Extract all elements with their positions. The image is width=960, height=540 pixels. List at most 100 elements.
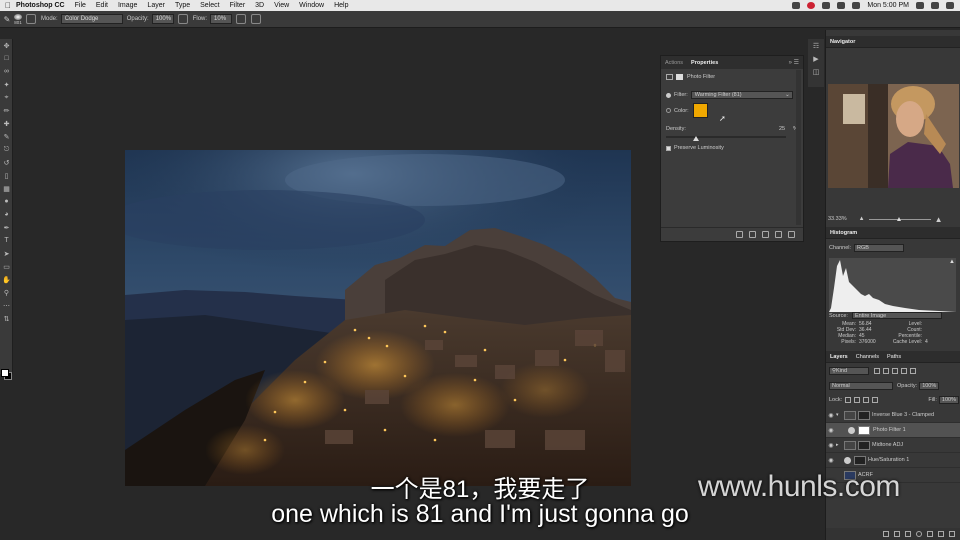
group-expand-icon[interactable]: ▾ [836,412,844,418]
eraser-tool-icon[interactable]: ▯ [0,169,13,182]
properties-scrollbar[interactable] [796,70,801,225]
filter-type-icon[interactable] [892,368,898,374]
navigator-title[interactable]: Navigator [830,39,855,45]
mode-select[interactable]: Color Dodge [60,14,123,24]
document-canvas[interactable] [125,150,631,486]
hand-tool-icon[interactable]: ✋ [0,273,13,286]
tab-channels[interactable]: Channels [856,354,879,360]
new-adjustment-icon[interactable] [916,531,922,537]
properties-icon[interactable]: ◫ [808,65,824,78]
filter-shape-icon[interactable] [901,368,907,374]
source-select[interactable]: Entire Image [851,312,942,319]
filter-pixel-icon[interactable] [874,368,880,374]
new-layer-icon[interactable] [938,531,944,537]
move-tool-icon[interactable]: ✥ [0,39,13,52]
brush-tool-icon[interactable]: ✎ [0,15,14,24]
delete-icon[interactable] [788,231,795,238]
filter-radio[interactable] [666,92,671,98]
channel-select[interactable]: RGB [854,244,905,252]
lock-pixels-icon[interactable] [854,397,861,403]
filter-adjustment-icon[interactable] [883,368,889,374]
path-selection-tool-icon[interactable]: ➤ [0,247,13,260]
wifi-icon[interactable] [822,2,831,9]
clock[interactable]: Mon 5:00 PM [867,2,909,9]
fill-field[interactable]: 100% [938,396,959,404]
panel-menu-icon[interactable]: » ☰ [789,59,799,66]
zoom-in-icon[interactable]: ▲ [935,215,943,224]
gradient-tool-icon[interactable]: ▦ [0,182,13,195]
brush-tool-icon[interactable]: ✎ [0,130,13,143]
crop-tool-icon[interactable]: ⌖ [0,91,13,104]
pen-tool-icon[interactable]: ✒ [0,221,13,234]
view-previous-icon[interactable] [749,231,756,238]
blur-tool-icon[interactable]: ● [0,195,13,208]
menu-list-icon[interactable] [946,2,954,9]
new-group-icon[interactable] [927,531,933,537]
brush-preset-picker[interactable]: 801 [14,13,22,25]
magic-wand-tool-icon[interactable]: ✦ [0,78,13,91]
density-slider-thumb[interactable] [693,136,699,141]
layer-row[interactable]: ◉ Hue/Saturation 1 [826,453,960,468]
tab-paths[interactable]: Paths [887,354,901,360]
filter-select[interactable]: Warming Filter (81) ⌄ [690,91,793,99]
opacity-field[interactable]: 100% [151,14,174,24]
play-icon[interactable]: ▶ [808,52,824,65]
lasso-tool-icon[interactable]: ∞ [0,65,13,78]
layer-row[interactable]: ◉ ▸ Midtone ADJ [826,438,960,453]
pressure-size-icon[interactable] [251,14,262,24]
battery-icon[interactable] [852,2,861,9]
navigator-thumbnail[interactable] [828,84,959,188]
lock-position-icon[interactable] [863,397,870,403]
apple-icon[interactable]:  [0,1,16,10]
layer-kind-select[interactable]: ⚲ Kind [829,367,869,375]
volume-icon[interactable] [837,2,846,9]
airbrush-icon[interactable] [236,14,247,24]
eyedropper-tool-icon[interactable]: ✏ [0,104,13,117]
layer-row[interactable]: ◉ ▾ Inverse Blue 3 - Clamped [826,408,960,423]
menu-help[interactable]: Help [334,2,348,9]
trash-icon[interactable] [949,531,955,537]
link-layers-icon[interactable] [883,531,889,537]
layer-style-icon[interactable] [894,531,900,537]
brush-panel-icon[interactable] [26,14,36,24]
density-value[interactable]: 25 [779,126,785,132]
menu-filter[interactable]: Filter [230,2,246,9]
menu-layer[interactable]: Layer [147,2,165,9]
zoom-slider[interactable] [868,216,931,221]
swap-colors-icon[interactable]: ⇅ [0,312,13,325]
mask-icon[interactable] [676,74,683,80]
type-tool-icon[interactable]: T [0,234,13,247]
menu-3d[interactable]: 3D [255,2,264,9]
blend-mode-select[interactable]: Normal [829,382,893,390]
menu-image[interactable]: Image [118,2,137,9]
menu-type[interactable]: Type [175,2,190,9]
spotlight-icon[interactable] [916,2,924,9]
lock-all-icon[interactable] [872,397,879,403]
clone-stamp-tool-icon[interactable]: ⎋ [0,143,13,156]
flow-field[interactable]: 10% [210,14,233,24]
histogram-title[interactable]: Histogram [830,230,857,236]
visibility-eye-icon[interactable]: ◉ [826,442,836,449]
tab-layers[interactable]: Layers [830,354,848,360]
navigator-zoom[interactable]: 33.33% [828,216,847,222]
history-icon[interactable]: ☶ [808,39,824,52]
density-slider-track[interactable] [666,136,786,141]
marquee-tool-icon[interactable]: □ [0,52,13,65]
visibility-eye-icon[interactable]: ◉ [826,427,836,434]
menu-view[interactable]: View [274,2,289,9]
menu-edit[interactable]: Edit [96,2,108,9]
menu-file[interactable]: File [75,2,86,9]
zoom-tool-icon[interactable]: ⚲ [0,286,13,299]
warning-icon[interactable]: ▲ [949,259,955,265]
reset-icon[interactable] [762,231,769,238]
menu-select[interactable]: Select [200,2,219,9]
history-brush-tool-icon[interactable]: ↺ [0,156,13,169]
foreground-color-swatch[interactable] [1,369,9,377]
user-icon[interactable] [931,2,939,9]
filter-smart-object-icon[interactable] [910,368,916,374]
notification-icon[interactable] [807,2,816,9]
tab-actions[interactable]: Actions [665,60,683,66]
color-radio[interactable] [666,108,671,113]
healing-tool-icon[interactable]: ✚ [0,117,13,130]
add-mask-icon[interactable] [905,531,911,537]
